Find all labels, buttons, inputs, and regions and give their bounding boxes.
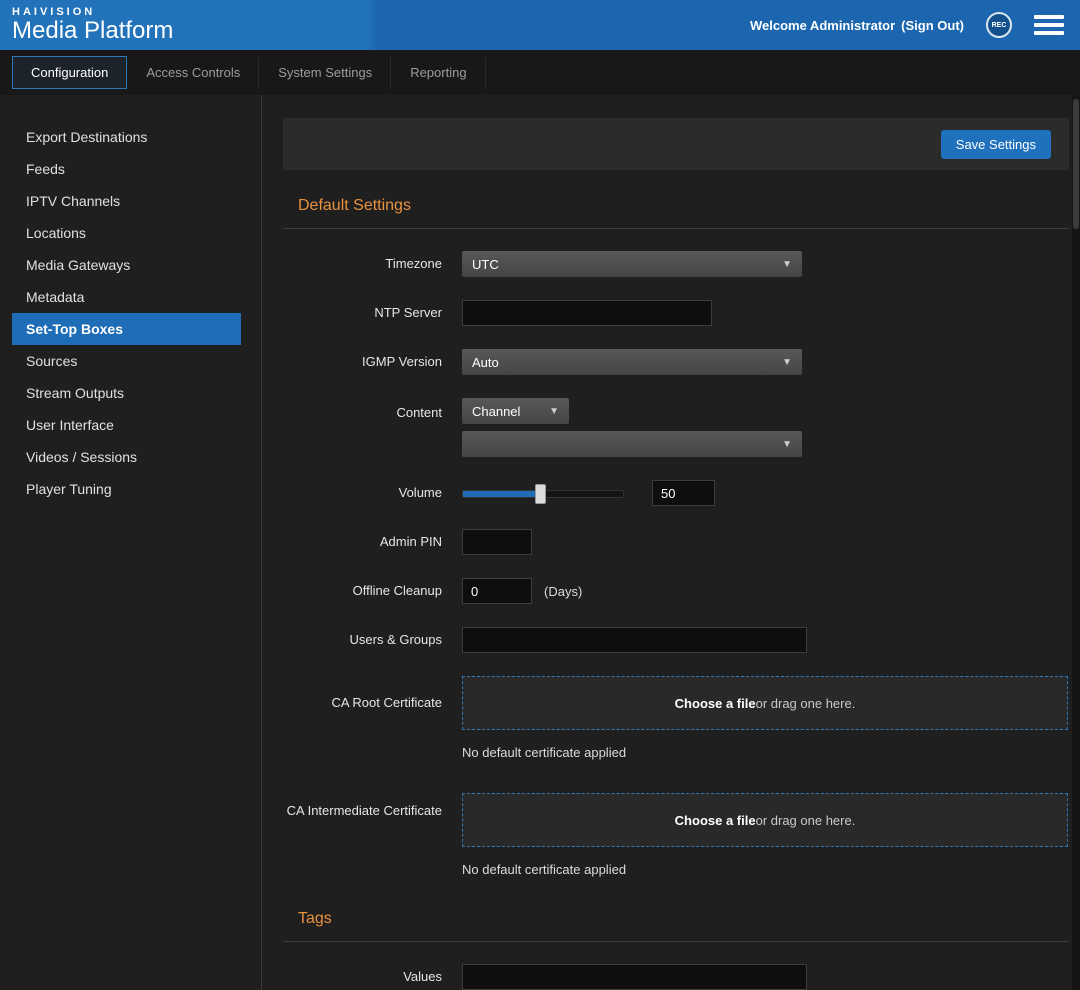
content-label: Content [283, 398, 442, 422]
users-groups-input[interactable] [462, 627, 807, 653]
app-header: HAIVISION Media Platform Welcome Adminis… [0, 0, 1080, 50]
offline-cleanup-label: Offline Cleanup [283, 582, 442, 600]
sidebar-item-feeds[interactable]: Feeds [0, 153, 261, 185]
ca-root-certificate-label: CA Root Certificate [283, 676, 442, 712]
sidebar-item-stream-outputs[interactable]: Stream Outputs [0, 377, 261, 409]
ca-root-certificate-row: CA Root Certificate Choose a file or dra… [283, 676, 1069, 760]
ntp-server-row: NTP Server [283, 300, 1069, 326]
admin-pin-label: Admin PIN [283, 533, 442, 551]
sidebar-item-sources[interactable]: Sources [0, 345, 261, 377]
hamburger-bar [1034, 31, 1064, 35]
sidebar-item-media-gateways[interactable]: Media Gateways [0, 249, 261, 281]
tags-form: Values [283, 964, 1069, 990]
config-sidebar: Export Destinations Feeds IPTV Channels … [0, 95, 262, 990]
volume-slider[interactable] [462, 490, 624, 498]
ca-intermediate-certificate-label: CA Intermediate Certificate [283, 793, 442, 820]
ca-intermediate-certificate-control: Choose a file or drag one here. No defau… [462, 793, 1068, 877]
igmp-version-select[interactable]: Auto ▼ [462, 349, 802, 375]
timezone-select[interactable]: UTC ▼ [462, 251, 802, 277]
scrollbar-thumb[interactable] [1073, 99, 1079, 229]
body-wrap: Export Destinations Feeds IPTV Channels … [0, 95, 1080, 990]
igmp-version-select-value: Auto [472, 355, 499, 370]
content-item-select[interactable]: ▼ [462, 431, 802, 457]
content-row: Content Channel ▼ ▼ [283, 398, 1069, 457]
sign-out-link[interactable]: (Sign Out) [901, 18, 964, 33]
brand-media-platform: Media Platform [12, 18, 173, 43]
drag-file-text: or drag one here. [756, 813, 856, 828]
sidebar-item-user-interface[interactable]: User Interface [0, 409, 261, 441]
main-nav: Configuration Access Controls System Set… [0, 50, 1080, 95]
volume-label: Volume [283, 484, 442, 502]
ca-root-certificate-control: Choose a file or drag one here. No defau… [462, 676, 1068, 760]
sidebar-item-videos-sessions[interactable]: Videos / Sessions [0, 441, 261, 473]
sidebar-item-metadata[interactable]: Metadata [0, 281, 261, 313]
sidebar-item-player-tuning[interactable]: Player Tuning [0, 473, 261, 505]
ntp-server-input[interactable] [462, 300, 712, 326]
tab-reporting[interactable]: Reporting [391, 56, 485, 89]
welcome-text: Welcome Administrator [750, 18, 895, 33]
sidebar-item-set-top-boxes[interactable]: Set-Top Boxes [12, 313, 241, 345]
tab-system-settings[interactable]: System Settings [259, 56, 391, 89]
header-right: Welcome Administrator (Sign Out) REC [750, 11, 1080, 39]
section-divider [283, 941, 1069, 942]
ca-intermediate-certificate-dropzone[interactable]: Choose a file or drag one here. [462, 793, 1068, 847]
ca-root-certificate-dropzone[interactable]: Choose a file or drag one here. [462, 676, 1068, 730]
choose-file-link[interactable]: Choose a file [675, 813, 756, 828]
ca-root-certificate-note: No default certificate applied [462, 745, 1068, 760]
sidebar-item-iptv-channels[interactable]: IPTV Channels [0, 185, 261, 217]
hamburger-menu-icon[interactable] [1034, 11, 1064, 39]
drag-file-text: or drag one here. [756, 696, 856, 711]
content-type-select[interactable]: Channel ▼ [462, 398, 569, 424]
rec-badge-icon[interactable]: REC [986, 12, 1012, 38]
volume-slider-fill [463, 491, 540, 497]
section-divider [283, 228, 1069, 229]
chevron-down-icon: ▼ [782, 439, 792, 450]
hamburger-bar [1034, 23, 1064, 27]
ca-intermediate-certificate-note: No default certificate applied [462, 862, 1068, 877]
tab-access-controls[interactable]: Access Controls [127, 56, 259, 89]
timezone-select-value: UTC [472, 257, 499, 272]
offline-cleanup-input[interactable] [462, 578, 532, 604]
chevron-down-icon: ▼ [549, 406, 559, 417]
igmp-version-row: IGMP Version Auto ▼ [283, 349, 1069, 375]
chevron-down-icon: ▼ [782, 259, 792, 270]
haivision-logo: HAIVISION Media Platform [0, 7, 173, 44]
volume-row: Volume [283, 480, 1069, 506]
main-content: Save Settings Default Settings Timezone … [262, 95, 1080, 990]
sidebar-item-locations[interactable]: Locations [0, 217, 261, 249]
timezone-label: Timezone [283, 255, 442, 273]
tags-heading: Tags [298, 910, 1069, 928]
volume-input[interactable] [652, 480, 715, 506]
offline-cleanup-suffix: (Days) [544, 584, 582, 599]
chevron-down-icon: ▼ [782, 357, 792, 368]
volume-slider-handle[interactable] [535, 484, 546, 504]
toolbar-strip: Save Settings [283, 118, 1069, 170]
admin-pin-row: Admin PIN [283, 529, 1069, 555]
values-input[interactable] [462, 964, 807, 990]
timezone-row: Timezone UTC ▼ [283, 251, 1069, 277]
offline-cleanup-row: Offline Cleanup (Days) [283, 578, 1069, 604]
content-type-select-value: Channel [472, 404, 520, 419]
admin-pin-input[interactable] [462, 529, 532, 555]
tags-section: Tags Values [283, 910, 1069, 990]
default-settings-heading: Default Settings [298, 197, 1069, 215]
users-groups-row: Users & Groups [283, 627, 1069, 653]
ca-intermediate-certificate-row: CA Intermediate Certificate Choose a fil… [283, 793, 1069, 877]
sidebar-item-export-destinations[interactable]: Export Destinations [0, 121, 261, 153]
content-controls: Channel ▼ ▼ [462, 398, 802, 457]
igmp-version-label: IGMP Version [283, 353, 442, 371]
values-label: Values [283, 968, 442, 986]
default-settings-form: Timezone UTC ▼ NTP Server IGMP Version A… [283, 251, 1069, 877]
vertical-scrollbar[interactable] [1072, 95, 1080, 990]
users-groups-label: Users & Groups [283, 631, 442, 649]
values-row: Values [283, 964, 1069, 990]
choose-file-link[interactable]: Choose a file [675, 696, 756, 711]
save-settings-button[interactable]: Save Settings [941, 130, 1051, 159]
tab-configuration[interactable]: Configuration [12, 56, 127, 89]
hamburger-bar [1034, 15, 1064, 19]
ntp-server-label: NTP Server [283, 304, 442, 322]
